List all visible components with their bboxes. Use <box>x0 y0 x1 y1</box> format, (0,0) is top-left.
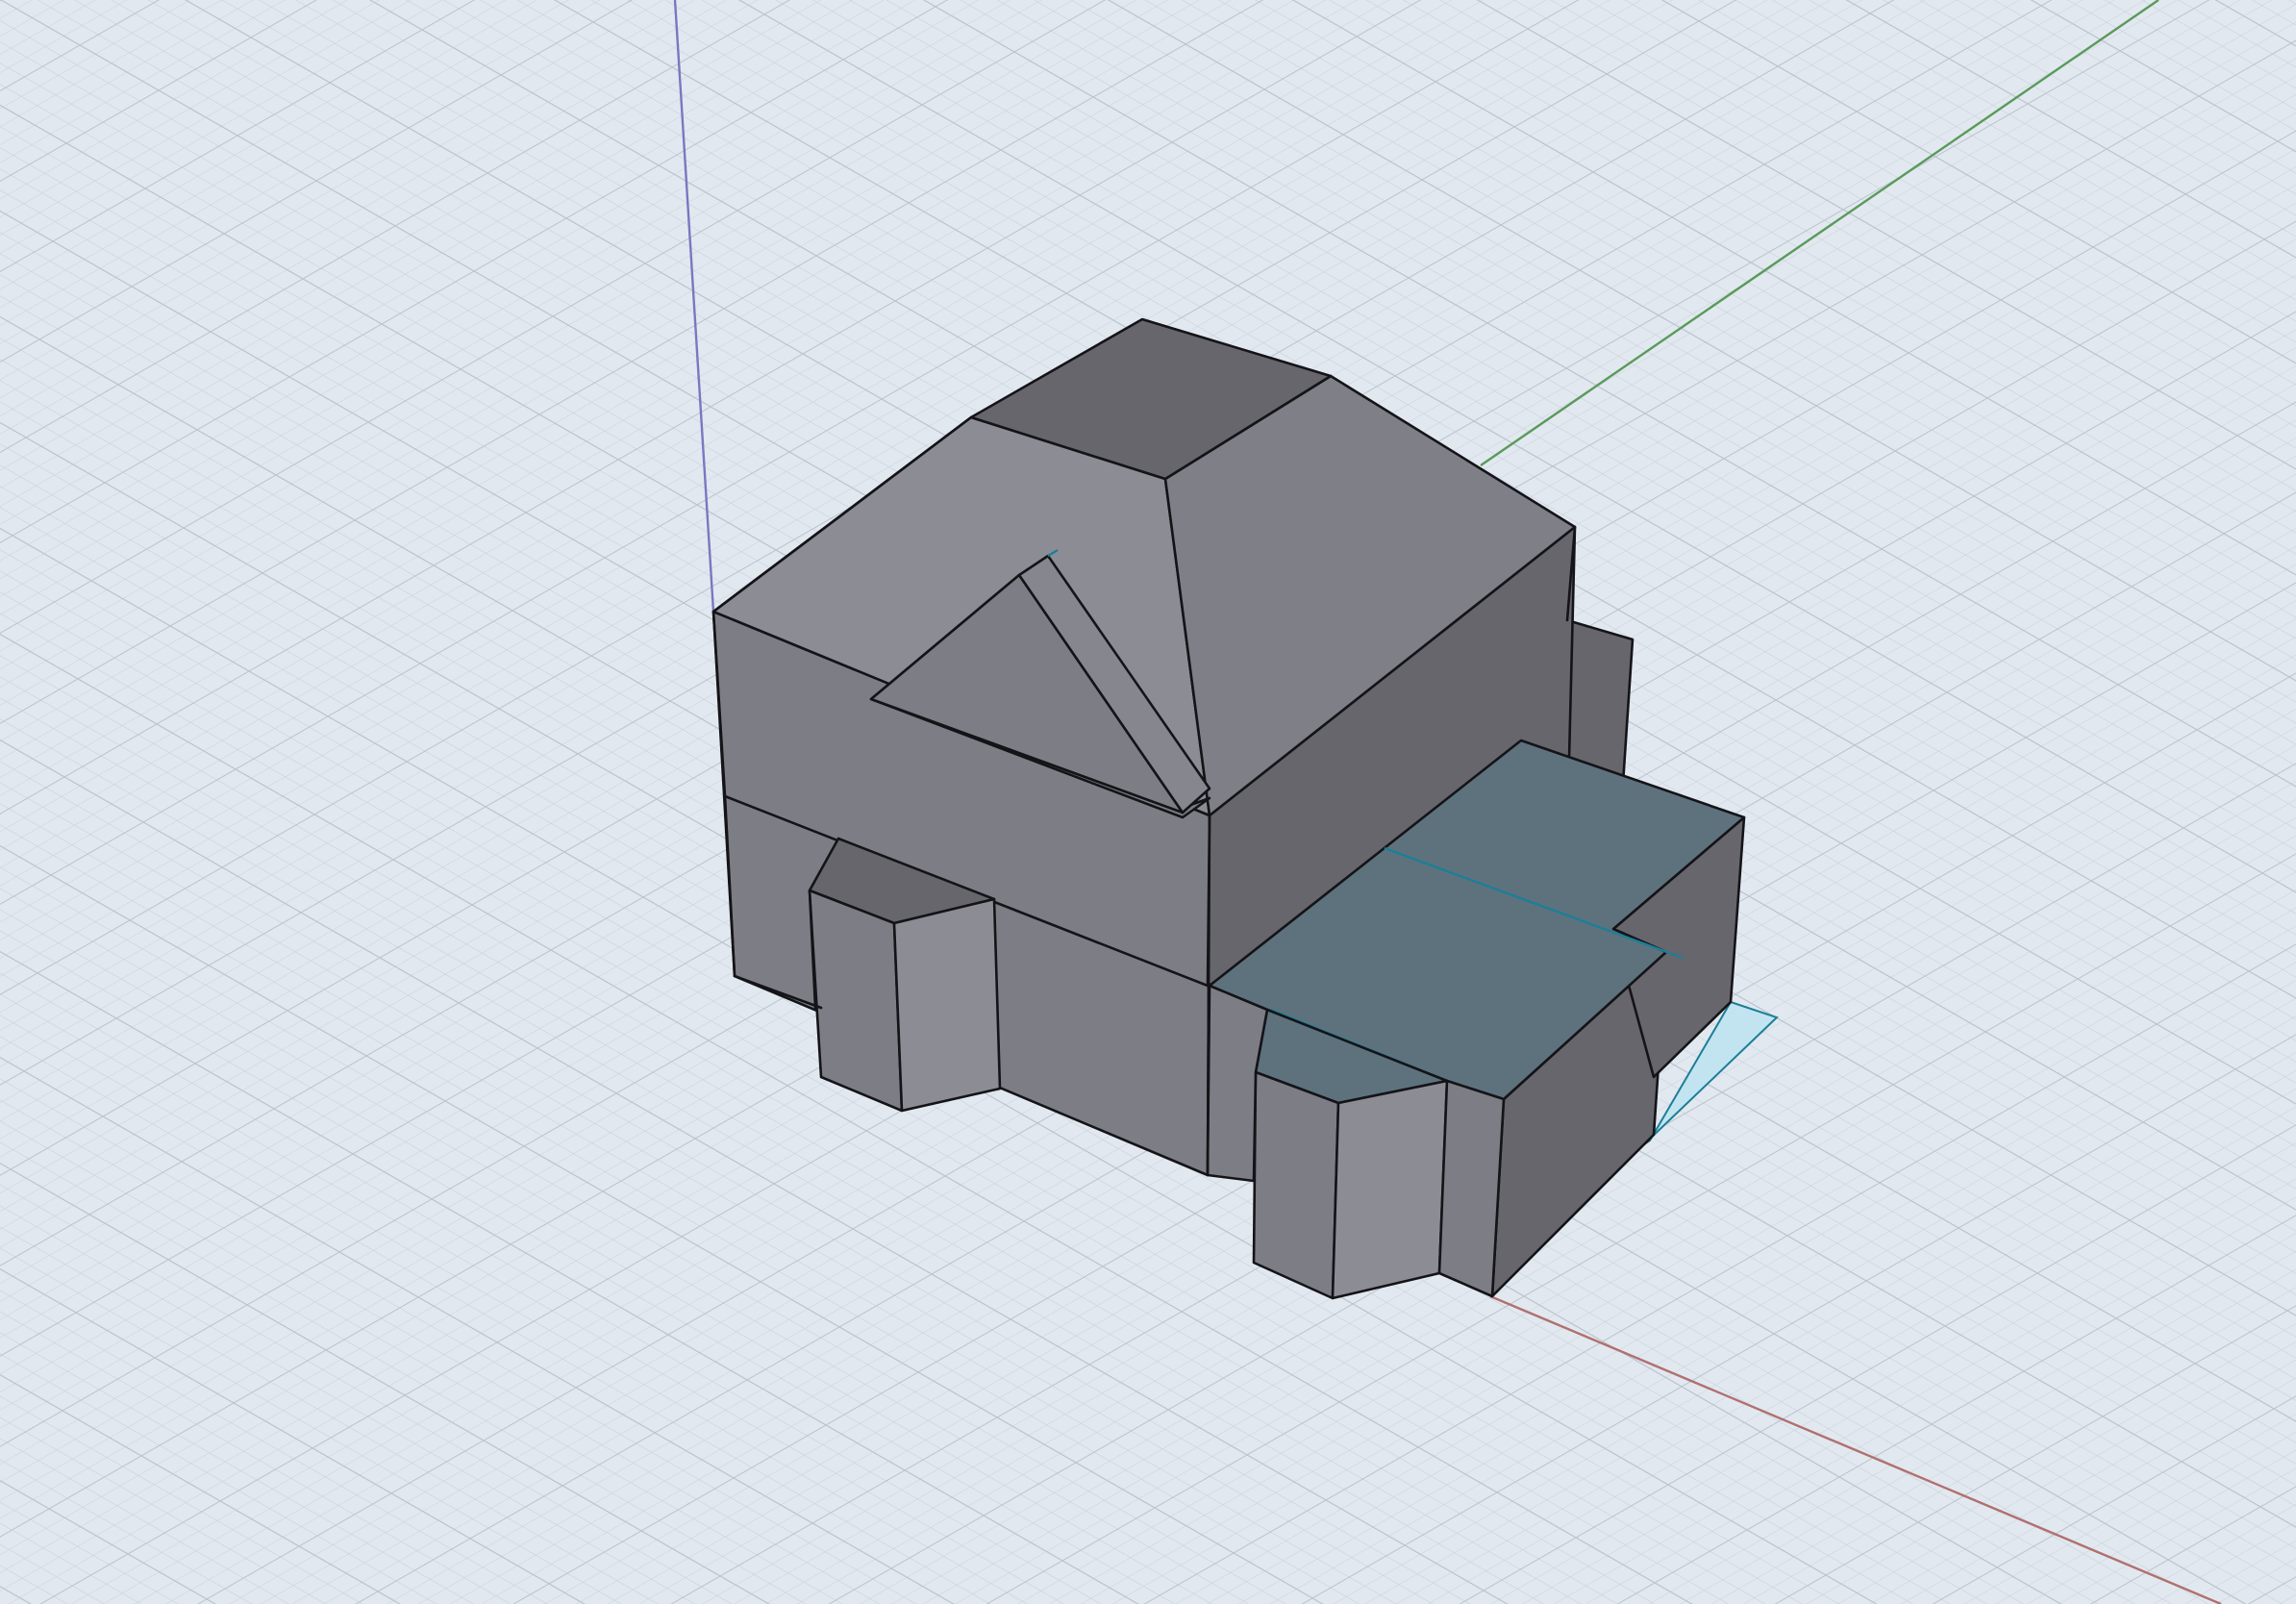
garage-bay-front[interactable] <box>1331 1079 1449 1300</box>
scene-canvas[interactable] <box>0 0 2296 1604</box>
garage-bay-left[interactable] <box>1252 1070 1340 1300</box>
3d-viewport[interactable] <box>0 0 2296 1604</box>
left-bay-left-side[interactable] <box>808 889 904 1113</box>
left-bay-front[interactable] <box>892 897 1002 1113</box>
garage-bay-right[interactable] <box>1437 1079 1506 1298</box>
